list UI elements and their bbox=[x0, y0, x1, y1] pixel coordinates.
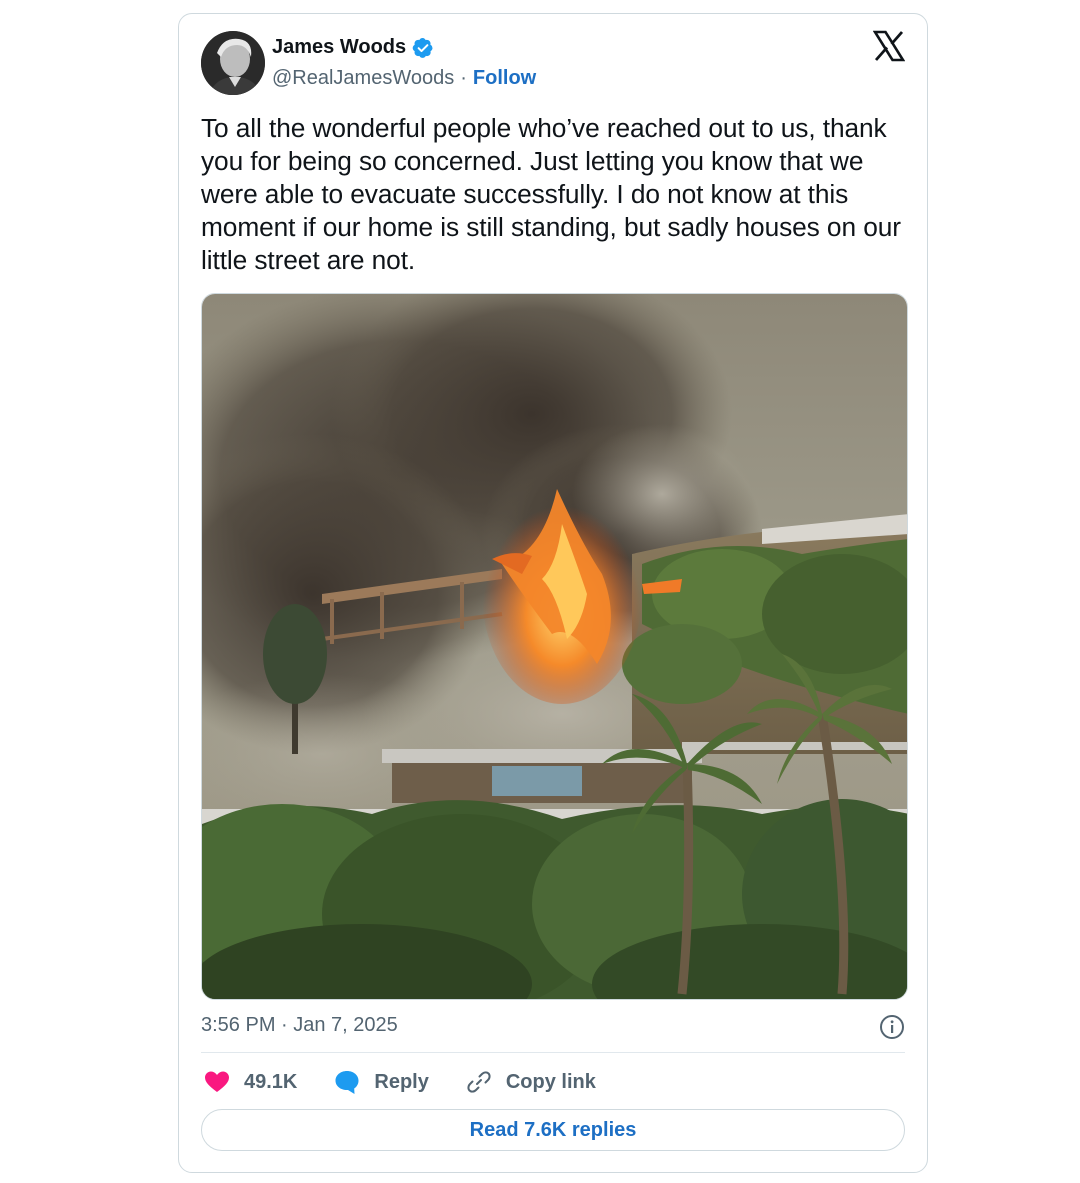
divider bbox=[201, 1052, 905, 1053]
reply-bubble-icon bbox=[335, 1071, 359, 1094]
tweet-embed-card: James Woods @RealJamesWoods · Follow To … bbox=[178, 13, 928, 1173]
author-handle[interactable]: @RealJamesWoods bbox=[272, 67, 454, 90]
x-logo-icon[interactable] bbox=[873, 30, 905, 62]
reply-label: Reply bbox=[374, 1070, 429, 1093]
verified-badge-icon bbox=[412, 37, 433, 58]
follow-button[interactable]: Follow bbox=[473, 67, 536, 90]
info-icon[interactable] bbox=[879, 1014, 905, 1040]
action-bar: 49.1K Reply Copy link bbox=[203, 1066, 632, 1098]
separator-dot: · bbox=[460, 67, 467, 89]
avatar-portrait-icon bbox=[201, 31, 265, 95]
author-name[interactable]: James Woods bbox=[272, 36, 406, 59]
heart-icon bbox=[205, 1071, 229, 1092]
like-button[interactable]: 49.1K bbox=[203, 1068, 297, 1096]
post-media-photo[interactable] bbox=[201, 293, 908, 1000]
post-text: To all the wonderful people who’ve reach… bbox=[201, 113, 901, 275]
copy-link-label: Copy link bbox=[505, 1070, 596, 1093]
author-name-row: James Woods bbox=[272, 36, 434, 59]
post-timestamp[interactable]: 3:56 PM · Jan 7, 2025 bbox=[201, 1014, 398, 1037]
author-handle-row: @RealJamesWoods · Follow bbox=[272, 67, 536, 90]
avatar[interactable] bbox=[201, 31, 265, 95]
link-icon bbox=[467, 1071, 491, 1093]
wildfire-photo bbox=[202, 294, 907, 999]
reply-button[interactable]: Reply bbox=[333, 1068, 429, 1096]
like-count: 49.1K bbox=[244, 1070, 298, 1093]
read-replies-button[interactable]: Read 7.6K replies bbox=[201, 1109, 905, 1151]
copy-link-button[interactable]: Copy link bbox=[465, 1068, 596, 1096]
